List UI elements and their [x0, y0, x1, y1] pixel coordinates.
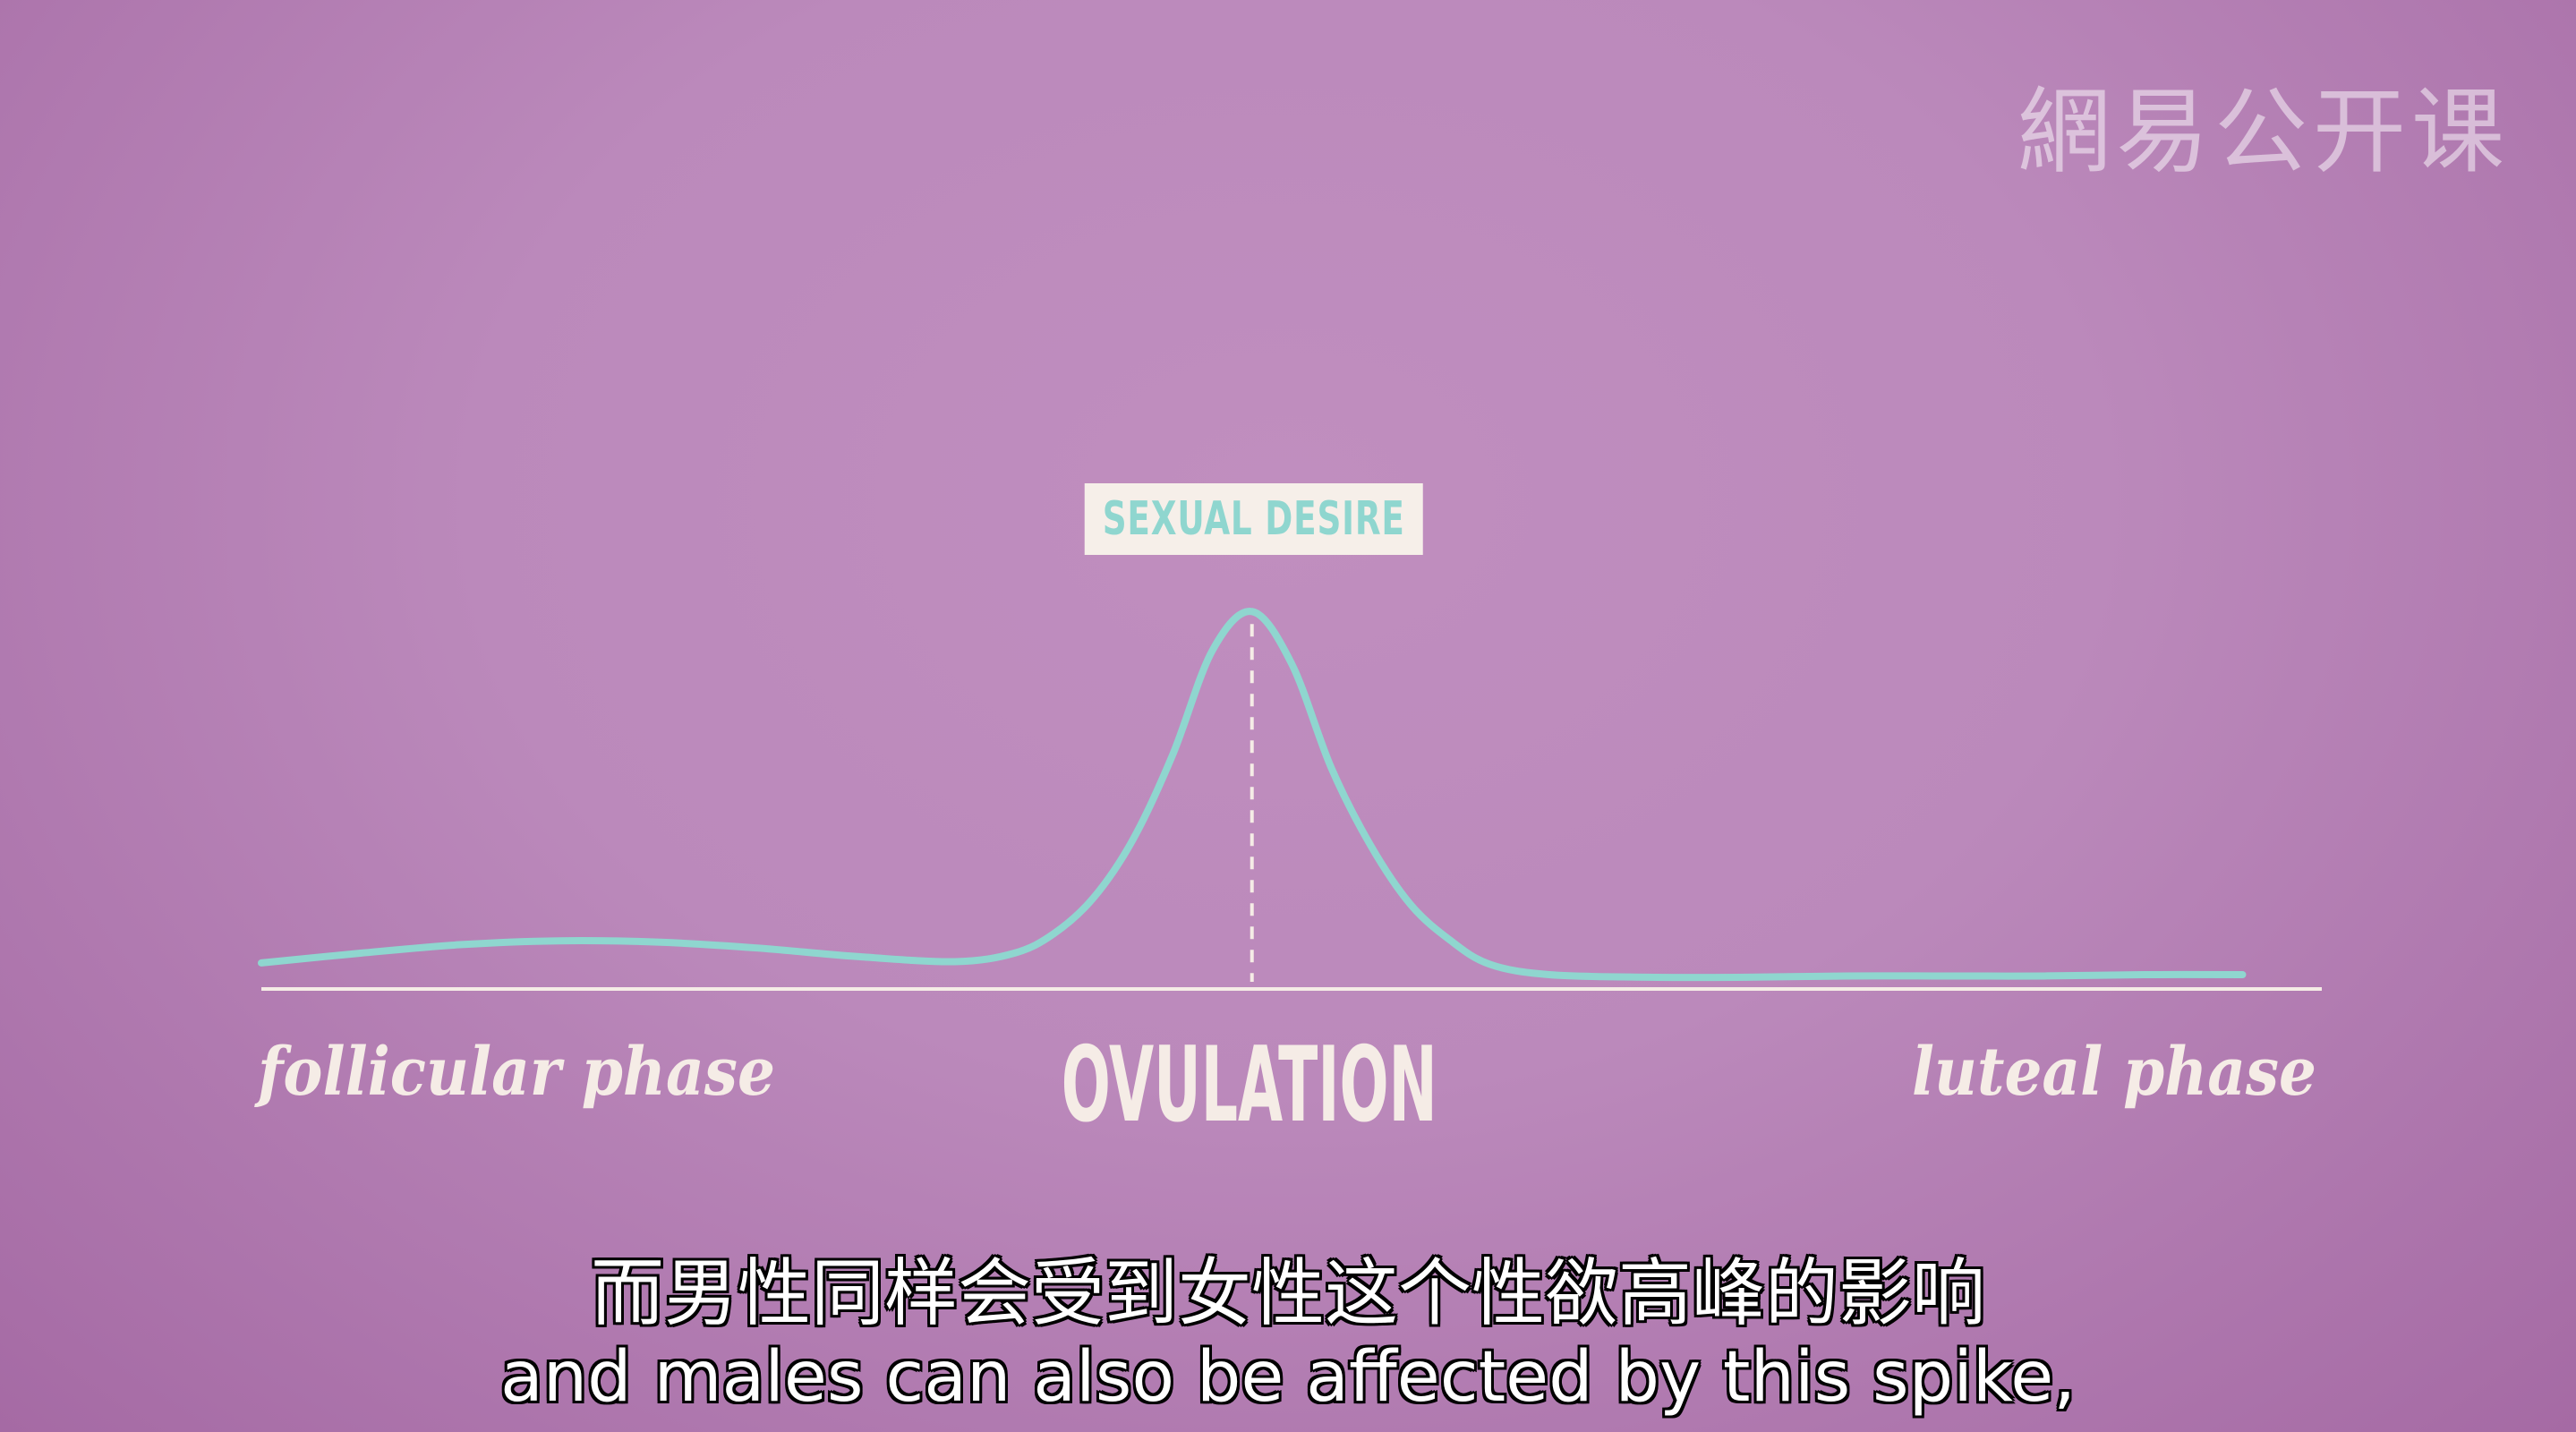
video-frame: SEXUAL DESIRE follicular phase OVULATION lu… [0, 0, 2576, 1432]
subtitle-chinese: 而男性同样会受到女性这个性欲高峰的影响 [590, 1251, 1985, 1336]
desire-chart: SEXUAL DESIRE follicular phase OVULATION lu… [254, 483, 2322, 1146]
peak-label-text: SEXUAL DESIRE [1103, 492, 1405, 546]
x-label-luteal-phase: luteal phase [1912, 1034, 2316, 1111]
x-label-follicular-phase: follicular phase [254, 1034, 775, 1111]
x-label-ovulation: OVULATION [1062, 1025, 1437, 1146]
netease-watermark-logo: 網易公开课 [2017, 77, 2510, 186]
subtitle-english: and males can also be affected by this s… [499, 1337, 2077, 1418]
